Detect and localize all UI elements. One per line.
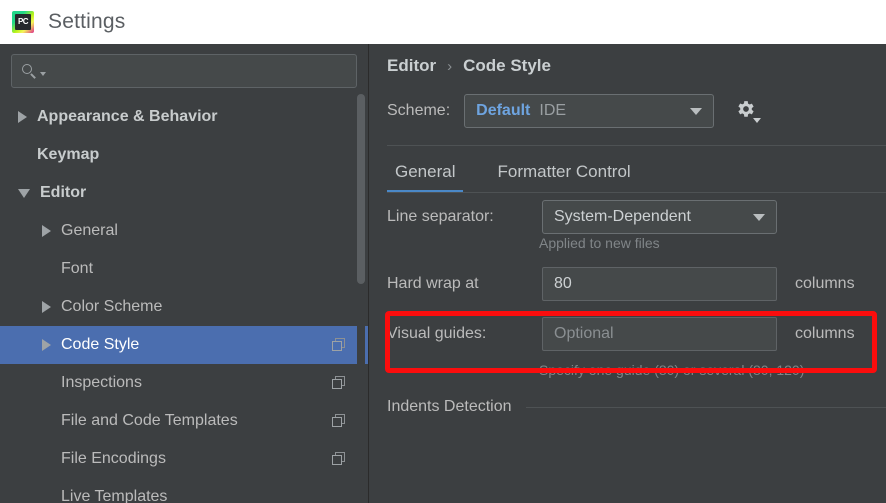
tree-spacer bbox=[42, 421, 51, 422]
visual-guides-hint: Specify one guide (80) or several (80, 1… bbox=[370, 362, 886, 378]
sidebar-item-label: File Encodings bbox=[61, 450, 166, 468]
applied-to-new-files-hint: Applied to new files bbox=[370, 235, 886, 251]
line-separator-value: System-Dependent bbox=[554, 208, 691, 226]
hard-wrap-value: 80 bbox=[554, 275, 572, 293]
visual-guides-unit: columns bbox=[795, 325, 855, 343]
copy-scheme-icon[interactable] bbox=[332, 414, 346, 428]
scheme-name: Default bbox=[476, 102, 530, 120]
breadcrumb-separator: › bbox=[447, 58, 452, 75]
breadcrumb-parent[interactable]: Editor bbox=[387, 56, 436, 76]
chevron-down-icon[interactable] bbox=[753, 214, 765, 221]
scheme-combobox[interactable]: Default IDE bbox=[464, 94, 714, 128]
sidebar-item-label: Keymap bbox=[37, 146, 99, 164]
sidebar-scrollbar[interactable] bbox=[357, 94, 365, 494]
sidebar-item-label: Code Style bbox=[61, 336, 139, 354]
tabs-underline bbox=[387, 192, 886, 193]
window-titlebar: PC Settings bbox=[0, 0, 886, 44]
dialog-body: Appearance & Behavior Keymap Editor General… bbox=[0, 44, 886, 503]
sidebar-item-file-and-code-templates[interactable]: File and Code Templates bbox=[0, 402, 368, 440]
visual-guides-label: Visual guides: bbox=[387, 325, 542, 343]
tree-spacer bbox=[42, 383, 51, 384]
sidebar-scrollbar-thumb[interactable] bbox=[357, 94, 365, 284]
hard-wrap-label: Hard wrap at bbox=[387, 275, 542, 293]
search-icon bbox=[21, 62, 39, 80]
chevron-right-icon[interactable] bbox=[42, 225, 51, 237]
sidebar-item-font[interactable]: Font bbox=[0, 250, 368, 288]
tab-general[interactable]: General bbox=[387, 162, 463, 193]
search-box[interactable] bbox=[11, 54, 357, 88]
breadcrumb: Editor › Code Style bbox=[370, 44, 886, 76]
visual-guides-input[interactable]: Optional bbox=[542, 317, 777, 351]
sidebar-item-keymap[interactable]: Keymap bbox=[0, 136, 368, 174]
chevron-right-icon[interactable] bbox=[18, 111, 27, 123]
visual-guides-row: Visual guides: Optional columns bbox=[370, 310, 886, 358]
scheme-scope: IDE bbox=[539, 102, 566, 120]
pycharm-icon: PC bbox=[12, 11, 34, 33]
indents-detection-title: Indents Detection bbox=[387, 398, 512, 416]
search-input[interactable] bbox=[46, 63, 356, 79]
search-container bbox=[0, 44, 368, 94]
chevron-right-icon[interactable] bbox=[42, 339, 51, 351]
sidebar-item-label: Live Templates bbox=[61, 488, 167, 503]
sidebar-item-general[interactable]: General bbox=[0, 212, 368, 250]
window-title: Settings bbox=[48, 10, 125, 34]
sidebar-item-label: File and Code Templates bbox=[61, 412, 238, 430]
copy-scheme-icon[interactable] bbox=[332, 338, 346, 352]
scheme-settings-button[interactable] bbox=[734, 98, 760, 124]
sidebar-item-color-scheme[interactable]: Color Scheme bbox=[0, 288, 368, 326]
sidebar-item-label: Color Scheme bbox=[61, 298, 162, 316]
line-separator-label: Line separator: bbox=[387, 208, 542, 226]
sidebar-item-inspections[interactable]: Inspections bbox=[0, 364, 368, 402]
sidebar-item-appearance-behavior[interactable]: Appearance & Behavior bbox=[0, 98, 368, 136]
line-separator-combobox[interactable]: System-Dependent bbox=[542, 200, 777, 234]
hard-wrap-unit: columns bbox=[795, 275, 855, 293]
line-separator-row: Line separator: System-Dependent bbox=[370, 193, 886, 241]
sidebar-item-file-encodings[interactable]: File Encodings bbox=[0, 440, 368, 478]
sidebar-item-live-templates[interactable]: Live Templates bbox=[0, 478, 368, 503]
settings-content: Editor › Code Style Scheme: Default IDE bbox=[370, 44, 886, 503]
sidebar-item-label: General bbox=[61, 222, 118, 240]
scheme-row: Scheme: Default IDE bbox=[370, 76, 886, 128]
gear-icon bbox=[734, 98, 756, 120]
sidebar-item-label: Appearance & Behavior bbox=[37, 108, 218, 126]
hard-wrap-row: Hard wrap at 80 columns bbox=[370, 260, 886, 308]
tree-spacer bbox=[42, 269, 51, 270]
settings-sidebar: Appearance & Behavior Keymap Editor General… bbox=[0, 44, 369, 503]
chevron-down-icon[interactable] bbox=[18, 189, 30, 198]
tree-spacer bbox=[18, 155, 27, 156]
tree-spacer bbox=[42, 459, 51, 460]
section-rule bbox=[526, 407, 886, 408]
sidebar-item-code-style[interactable]: Code Style bbox=[0, 326, 368, 364]
visual-guides-placeholder: Optional bbox=[554, 325, 614, 343]
indents-detection-section: Indents Detection bbox=[370, 398, 886, 416]
settings-dialog: PC Settings Appearance & Behavior Keymap E… bbox=[0, 0, 886, 503]
tree-spacer bbox=[42, 497, 51, 498]
copy-scheme-icon[interactable] bbox=[332, 452, 346, 466]
sidebar-item-editor[interactable]: Editor bbox=[0, 174, 368, 212]
sidebar-item-label: Font bbox=[61, 260, 93, 278]
scheme-label: Scheme: bbox=[387, 102, 450, 120]
breadcrumb-current: Code Style bbox=[463, 56, 551, 76]
sidebar-item-label: Editor bbox=[40, 184, 86, 202]
hard-wrap-input[interactable]: 80 bbox=[542, 267, 777, 301]
chevron-down-icon[interactable] bbox=[690, 108, 702, 115]
chevron-down-icon[interactable] bbox=[753, 118, 761, 123]
chevron-right-icon[interactable] bbox=[42, 301, 51, 313]
settings-tree: Appearance & Behavior Keymap Editor General… bbox=[0, 94, 368, 503]
settings-tabs: General Formatter Control bbox=[370, 146, 886, 193]
tab-formatter-control[interactable]: Formatter Control bbox=[489, 162, 638, 193]
sidebar-item-label: Inspections bbox=[61, 374, 142, 392]
copy-scheme-icon[interactable] bbox=[332, 376, 346, 390]
pycharm-icon-label: PC bbox=[15, 14, 31, 30]
